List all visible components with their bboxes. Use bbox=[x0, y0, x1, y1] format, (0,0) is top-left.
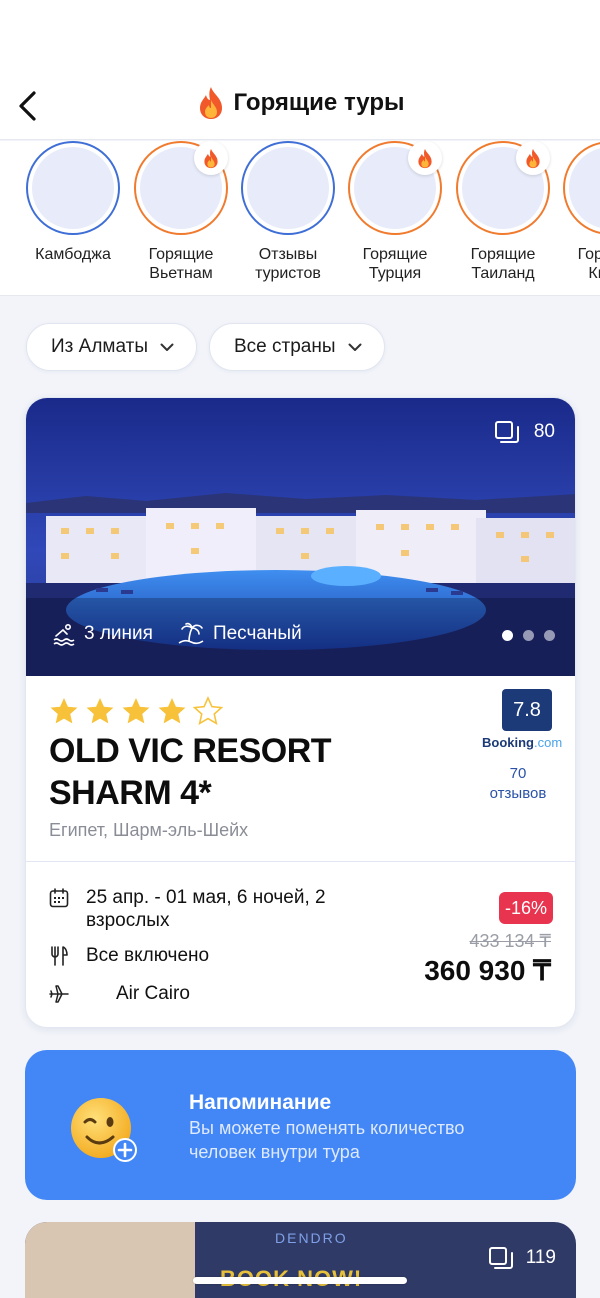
chevron-down-icon bbox=[348, 343, 361, 351]
tour-dates-row: 25 апр. - 01 мая, 6 ночей, 2 взрослых bbox=[48, 886, 336, 932]
reviews-count: 70 bbox=[509, 765, 527, 782]
star-filled-icon bbox=[122, 697, 150, 724]
story-ring bbox=[26, 141, 120, 235]
hotel-photo-image bbox=[25, 1222, 195, 1298]
story-ring bbox=[348, 141, 442, 235]
fire-icon bbox=[408, 141, 442, 175]
stories-carousel[interactable]: Камбоджа Горящие Вьетнам Отзывы туристов… bbox=[0, 141, 600, 296]
story-ring bbox=[134, 141, 228, 235]
departure-city-label: Из Алматы bbox=[51, 336, 148, 357]
story-ring bbox=[563, 141, 600, 235]
meal-row: Все включено bbox=[48, 944, 209, 967]
story-ring bbox=[241, 141, 335, 235]
airline-name: Air Cairo bbox=[116, 983, 190, 1004]
reminder-banner[interactable]: Напоминание Вы можете поменять количеств… bbox=[25, 1050, 576, 1200]
cutlery-icon bbox=[51, 946, 68, 966]
country-label: Все страны bbox=[233, 336, 336, 357]
photo-count: 80 bbox=[533, 421, 555, 442]
beach-line-label: 3 линия bbox=[84, 623, 153, 644]
palm-beach-icon bbox=[178, 622, 204, 645]
discount-badge: -16% bbox=[499, 892, 553, 924]
home-indicator[interactable] bbox=[193, 1277, 407, 1284]
photo-pagination[interactable] bbox=[502, 630, 555, 641]
photo-count-button[interactable]: 119 bbox=[488, 1246, 556, 1270]
price: 360 930 ₸ bbox=[424, 955, 551, 986]
old-price: 433 134 ₸ bbox=[469, 931, 551, 951]
tour-card[interactable]: DENDRO BOOK NOW! 119 bbox=[25, 1222, 576, 1298]
star-empty-icon bbox=[192, 696, 224, 725]
gallery-icon bbox=[488, 1247, 513, 1269]
airline-row: Air Cairo bbox=[48, 982, 190, 1005]
pagination-dot[interactable] bbox=[544, 630, 555, 641]
hotel-name[interactable]: OLD VIC RESORT SHARM 4* bbox=[49, 730, 379, 814]
reminder-text: Вы можете поменять количество человек вн… bbox=[189, 1118, 465, 1162]
reviews-link[interactable]: 70 отзывов bbox=[476, 764, 560, 804]
page-title: Горящие туры bbox=[233, 89, 405, 116]
chevron-down-icon bbox=[160, 343, 174, 351]
story-label: Отзывы туристов bbox=[255, 246, 321, 282]
beach-line-feature: 3 линия bbox=[52, 622, 153, 646]
tour-dates: 25 апр. - 01 мая, 6 ночей, 2 взрослых bbox=[86, 887, 326, 931]
filter-bar: Из Алматы Все страны bbox=[26, 323, 385, 371]
fire-icon bbox=[199, 87, 222, 119]
hotel-brand-logo: DENDRO bbox=[275, 1230, 348, 1246]
reminder-title: Напоминание bbox=[189, 1091, 332, 1114]
fire-icon bbox=[516, 141, 550, 175]
star-filled-icon bbox=[50, 697, 78, 724]
story-label: Горящие Китай bbox=[577, 246, 600, 282]
hotel-photo[interactable]: 80 3 линия Песчаный bbox=[26, 398, 575, 676]
story-hot-thailand[interactable]: Горящие Таиланд bbox=[448, 141, 558, 283]
story-hot-turkey[interactable]: Горящие Турция bbox=[340, 141, 450, 283]
rating-badge: 7.8 bbox=[502, 689, 552, 731]
story-reviews[interactable]: Отзывы туристов bbox=[233, 141, 343, 283]
top-bar: Горящие туры bbox=[0, 0, 600, 140]
divider bbox=[26, 861, 575, 862]
meal-type: Все включено bbox=[86, 945, 210, 966]
star-filled-icon bbox=[86, 697, 114, 724]
star-filled-icon bbox=[158, 697, 186, 724]
calendar-icon bbox=[49, 888, 69, 908]
beach-type-feature: Песчаный bbox=[177, 622, 302, 646]
story-label: Горящие Турция bbox=[362, 246, 428, 282]
photo-count: 119 bbox=[525, 1247, 556, 1268]
fire-icon bbox=[194, 141, 228, 175]
hotel-location: Египет, Шарм-эль-Шейх bbox=[49, 820, 249, 840]
swimmer-icon bbox=[53, 623, 75, 646]
gallery-icon bbox=[494, 421, 519, 443]
tour-card[interactable]: 80 3 линия Песчаный OLD VIC RESORT SHARM… bbox=[25, 397, 576, 1028]
photo-count-button[interactable]: 80 bbox=[494, 420, 555, 444]
booking-logo-main: Booking bbox=[482, 735, 534, 750]
hotel-features: 3 линия Песчаный bbox=[52, 622, 302, 646]
reviews-label: отзывов bbox=[489, 785, 547, 802]
pagination-dot[interactable] bbox=[502, 630, 513, 641]
page-title-group: Горящие туры bbox=[0, 86, 600, 120]
beach-type-label: Песчаный bbox=[212, 623, 302, 644]
story-ring bbox=[456, 141, 550, 235]
booking-logo-suffix: .com bbox=[534, 735, 563, 750]
winking-face-icon bbox=[71, 1098, 137, 1162]
country-dropdown[interactable]: Все страны bbox=[208, 323, 385, 371]
story-hot-china[interactable]: Горящие Китай bbox=[555, 141, 600, 283]
departure-city-dropdown[interactable]: Из Алматы bbox=[26, 323, 197, 371]
story-label: Горящие Таиланд bbox=[470, 246, 536, 282]
airplane-icon bbox=[49, 985, 69, 1003]
story-label: Камбоджа bbox=[35, 246, 111, 263]
pagination-dot[interactable] bbox=[523, 630, 534, 641]
story-label: Горящие Вьетнам bbox=[148, 246, 214, 282]
booking-logo: Booking.com bbox=[482, 735, 562, 750]
story-cambodia[interactable]: Камбоджа bbox=[18, 141, 128, 264]
hotel-stars bbox=[48, 696, 224, 726]
story-hot-vietnam[interactable]: Горящие Вьетнам bbox=[126, 141, 236, 283]
